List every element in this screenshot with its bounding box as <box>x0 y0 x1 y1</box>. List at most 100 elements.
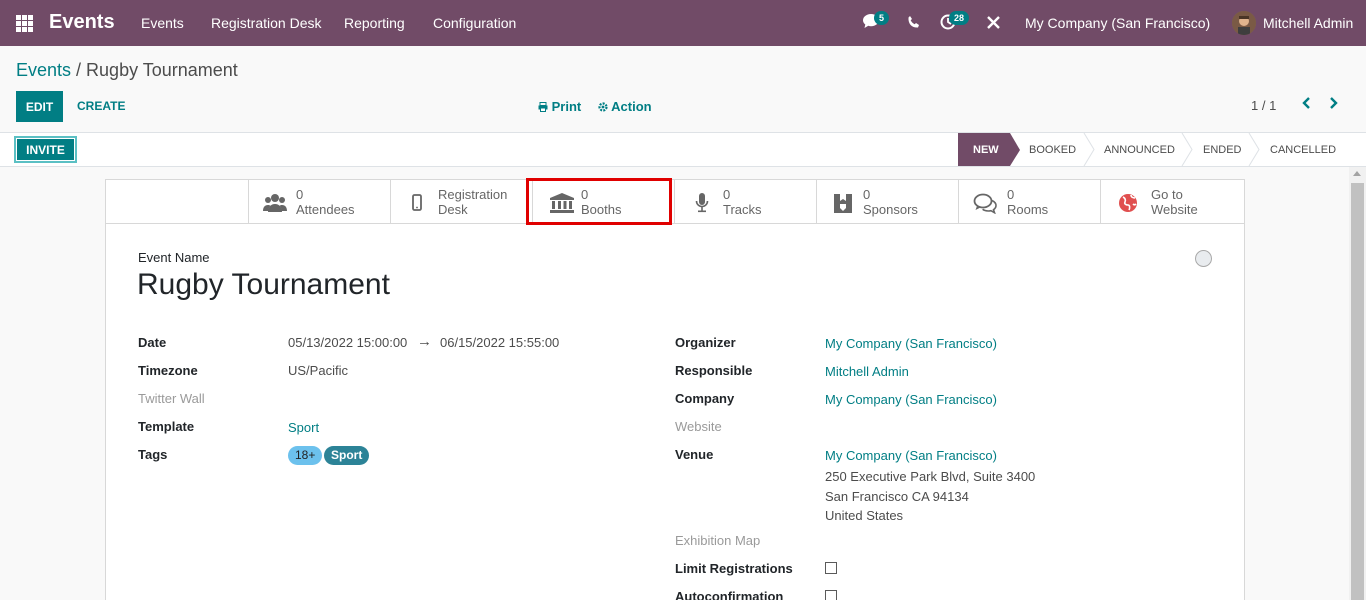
microphone-icon <box>695 192 719 214</box>
stage-booked[interactable]: BOOKED <box>1029 133 1076 166</box>
attendees-count: 0 <box>296 187 304 202</box>
chevron-right-icon <box>1330 97 1338 109</box>
scroll-up-arrow-icon[interactable] <box>1353 171 1361 176</box>
go-to-label: Go to <box>1151 187 1183 202</box>
autoconfirmation-checkbox[interactable] <box>825 590 837 600</box>
timezone-value: US/Pacific <box>288 363 348 378</box>
breadcrumb-events-link[interactable]: Events <box>16 60 71 80</box>
stage-arrow <box>1010 133 1020 166</box>
attendees-label: Attendees <box>296 202 355 217</box>
print-label: Print <box>551 99 582 114</box>
sponsors-smart-button[interactable]: 0 Sponsors <box>816 180 958 223</box>
app-name[interactable]: Events <box>49 11 115 34</box>
registration-desk-smart-button[interactable]: Registration Desk <box>390 180 532 223</box>
venue-label: Venue <box>675 447 714 462</box>
activities-count-badge: 28 <box>949 11 970 25</box>
date-arrow-icon: → <box>417 333 432 350</box>
stage-separator <box>1083 133 1095 166</box>
registration-desk-line1: Registration <box>438 187 508 202</box>
breadcrumb-separator: / <box>71 60 87 80</box>
venue-address-line3: United States <box>825 508 904 523</box>
limit-registrations-label: Limit Registrations <box>675 561 793 576</box>
date-start-value: 05/13/2022 15:00:00 <box>288 335 408 350</box>
invite-button[interactable]: INVITE <box>14 136 77 163</box>
stage-new[interactable]: NEW <box>958 133 1010 166</box>
menu-events[interactable]: Events <box>141 15 184 31</box>
create-button[interactable]: CREATE <box>77 99 125 113</box>
timezone-label: Timezone <box>138 363 198 378</box>
go-to-website-smart-button[interactable]: Go to Website <box>1100 180 1244 223</box>
action-label: Action <box>611 99 652 114</box>
tracks-count: 0 <box>723 187 731 202</box>
booths-highlight-box <box>526 178 672 225</box>
apps-menu-icon[interactable] <box>16 15 33 32</box>
tags-label: Tags <box>138 447 168 462</box>
venue-address-line2: San Francisco CA 94134 <box>825 489 969 504</box>
website-field-label: Website <box>675 419 722 434</box>
tracks-smart-button[interactable]: 0 Tracks <box>674 180 816 223</box>
user-menu[interactable]: Mitchell Admin <box>1263 15 1353 31</box>
debug-tools-icon[interactable] <box>986 15 1001 33</box>
company-link[interactable]: My Company (San Francisco) <box>825 392 997 407</box>
stage-separator <box>1248 133 1260 166</box>
responsible-link[interactable]: Mitchell Admin <box>825 364 909 379</box>
company-switcher[interactable]: My Company (San Francisco) <box>1025 15 1210 31</box>
stage-cancelled[interactable]: CANCELLED <box>1270 133 1336 166</box>
user-avatar[interactable] <box>1232 11 1256 35</box>
venue-link[interactable]: My Company (San Francisco) <box>825 448 997 463</box>
action-dropdown[interactable]: Action <box>598 99 652 114</box>
edit-button[interactable]: EDIT <box>16 91 63 122</box>
venue-address-line1: 250 Executive Park Blvd, Suite 3400 <box>825 469 1036 484</box>
menu-reporting[interactable]: Reporting <box>344 15 405 31</box>
sponsors-count: 0 <box>863 187 871 202</box>
globe-icon <box>1117 192 1141 214</box>
rooms-count: 0 <box>1007 187 1015 202</box>
tag-sport[interactable]: Sport <box>324 446 370 465</box>
limit-registrations-checkbox[interactable] <box>825 562 837 574</box>
responsible-label: Responsible <box>675 363 753 378</box>
chevron-left-icon <box>1302 97 1310 109</box>
sponsors-label: Sponsors <box>863 202 918 217</box>
comments-icon <box>973 192 997 215</box>
kanban-state-icon[interactable] <box>1195 250 1212 267</box>
mobile-icon <box>411 192 435 214</box>
date-end-value: 06/15/2022 15:55:00 <box>440 335 560 350</box>
messages-count-badge: 5 <box>874 11 890 25</box>
autoconfirmation-label: Autoconfirmation <box>675 589 784 600</box>
tag-18-plus[interactable]: 18+ <box>288 446 323 465</box>
gear-icon <box>598 102 608 112</box>
scroll-thumb[interactable] <box>1351 183 1364 600</box>
stage-separator <box>1181 133 1193 166</box>
exhibition-map-label: Exhibition Map <box>675 533 761 548</box>
organizer-label: Organizer <box>675 335 736 350</box>
badge-icon <box>833 192 857 214</box>
phone-icon[interactable] <box>907 15 921 32</box>
template-label: Template <box>138 419 195 434</box>
print-icon <box>538 102 548 112</box>
breadcrumb-current: Rugby Tournament <box>86 60 238 80</box>
top-navbar: Events Events Registration Desk Reportin… <box>0 0 1366 46</box>
organizer-link[interactable]: My Company (San Francisco) <box>825 336 997 351</box>
template-value-link[interactable]: Sport <box>288 420 319 435</box>
event-name-title: Rugby Tournament <box>137 268 390 301</box>
company-label: Company <box>675 391 735 406</box>
stage-announced[interactable]: ANNOUNCED <box>1104 133 1175 166</box>
pager-next-button[interactable] <box>1329 96 1339 115</box>
print-dropdown[interactable]: Print <box>538 99 581 114</box>
page-scrollbar[interactable] <box>1349 167 1366 600</box>
attendees-smart-button[interactable]: 0 Attendees <box>248 180 390 223</box>
rooms-smart-button[interactable]: 0 Rooms <box>958 180 1100 223</box>
menu-configuration[interactable]: Configuration <box>433 15 516 31</box>
menu-registration-desk[interactable]: Registration Desk <box>211 15 322 31</box>
date-label: Date <box>138 335 167 350</box>
form-statusbar: INVITE NEW BOOKED ANNOUNCED ENDED CANCEL… <box>0 132 1366 167</box>
tracks-label: Tracks <box>723 202 762 217</box>
pager-value[interactable]: 1 / 1 <box>1251 98 1276 113</box>
event-name-label: Event Name <box>138 250 210 265</box>
twitter-wall-label: Twitter Wall <box>138 391 205 406</box>
registration-desk-line2: Desk <box>438 202 468 217</box>
users-icon <box>263 192 287 214</box>
breadcrumb: Events / Rugby Tournament <box>16 60 238 81</box>
pager-previous-button[interactable] <box>1301 96 1311 115</box>
stage-ended[interactable]: ENDED <box>1203 133 1242 166</box>
